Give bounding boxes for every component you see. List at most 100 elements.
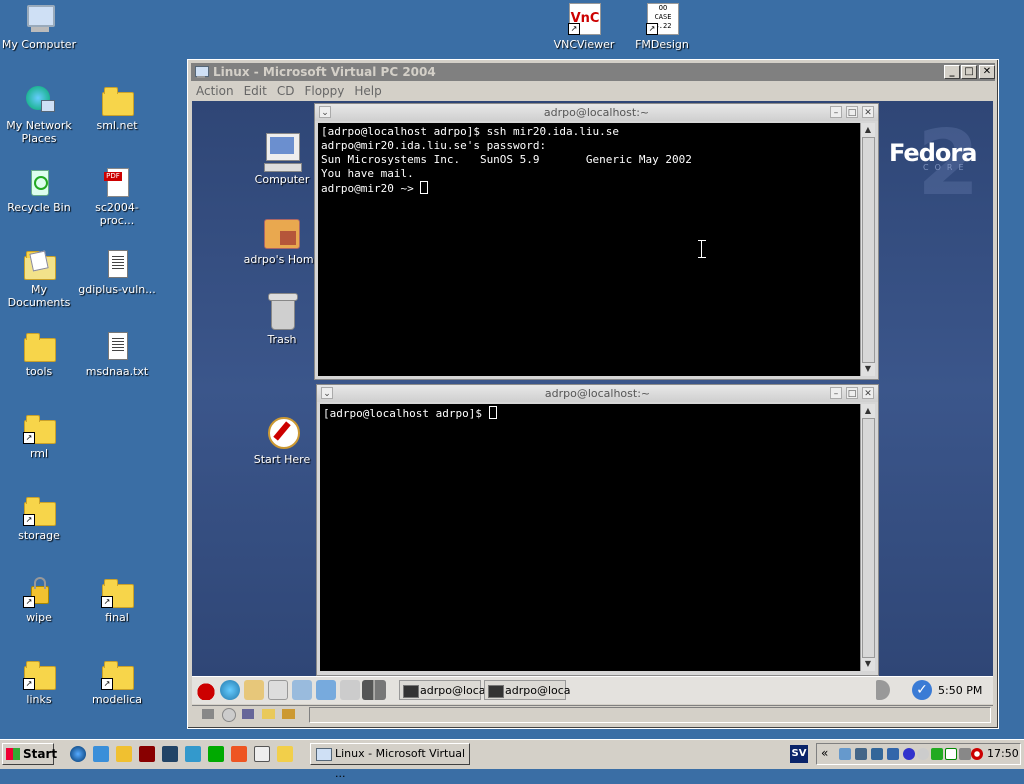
cd-drive-icon[interactable] xyxy=(222,708,236,722)
guest-clock[interactable]: 5:50 PM xyxy=(938,677,982,704)
terminal-window-1[interactable]: ⌄ adrpo@localhost:~ – □ ✕ [adrpo@localho… xyxy=(314,103,879,380)
terminal-window-2[interactable]: ⌄ adrpo@localhost:~ – □ ✕ [adrpo@localho… xyxy=(316,384,879,676)
desktop-icon-sc2004-pdf[interactable]: PDF sc2004-proc... xyxy=(78,166,156,227)
terminal-title-bar[interactable]: ⌄ adrpo@localhost:~ – □ ✕ xyxy=(317,385,878,402)
language-indicator[interactable]: SV xyxy=(790,745,808,763)
tray-network-icon[interactable] xyxy=(839,748,851,760)
maximize-icon[interactable]: □ xyxy=(846,106,858,118)
minimize-button[interactable]: _ xyxy=(944,65,960,79)
red-hat-menu-icon[interactable] xyxy=(196,680,216,700)
floppy-drive-icon[interactable] xyxy=(202,709,214,719)
disk-icon[interactable] xyxy=(242,709,254,719)
guest-icon-trash[interactable]: Trash xyxy=(242,291,322,346)
tray-expand-icon[interactable]: « xyxy=(821,746,828,760)
tray-app-icon[interactable] xyxy=(871,748,883,760)
terminal-scrollbar[interactable]: ▲ ▼ xyxy=(860,404,875,671)
tray-bluetooth-icon[interactable] xyxy=(903,748,915,760)
update-check-icon[interactable]: ✓ xyxy=(912,680,932,700)
status-field xyxy=(309,707,991,723)
tray-tool-icon[interactable] xyxy=(855,748,867,760)
window-menu-icon[interactable]: ⌄ xyxy=(321,387,333,399)
quicklaunch-icon[interactable] xyxy=(116,746,132,762)
close-icon[interactable]: ✕ xyxy=(862,387,874,399)
start-button[interactable]: Start xyxy=(2,743,57,765)
impress-icon[interactable] xyxy=(292,680,312,700)
terminal-scrollbar[interactable]: ▲ ▼ xyxy=(860,123,875,376)
menu-floppy[interactable]: Floppy xyxy=(299,82,349,100)
taskbar-task-virtual-pc[interactable]: Linux - Microsoft Virtual ... xyxy=(310,743,470,780)
maximize-button[interactable]: □ xyxy=(961,65,977,79)
window-menu-icon[interactable]: ⌄ xyxy=(319,106,331,118)
print-manager-icon[interactable] xyxy=(340,680,360,700)
tray-display-icon[interactable] xyxy=(887,748,899,760)
desktop-icon-fmdesign[interactable]: OO CASE 3.22 ↗ FMDesign xyxy=(623,3,701,51)
menu-edit[interactable]: Edit xyxy=(239,82,272,100)
internet-explorer-icon[interactable] xyxy=(70,746,86,762)
outlook-icon[interactable] xyxy=(93,746,109,762)
desktop-icon-rml[interactable]: ↗ rml xyxy=(0,412,78,460)
guest-task-terminal-2[interactable]: adrpo@loca xyxy=(484,680,571,700)
terminal-title-bar[interactable]: ⌄ adrpo@localhost:~ – □ ✕ xyxy=(315,104,878,121)
save-icon[interactable] xyxy=(139,746,155,762)
guest-icon-label: Computer xyxy=(254,173,310,186)
recycle-bin-icon xyxy=(23,166,55,198)
tray-disc-icon[interactable] xyxy=(917,748,929,760)
desktop-icon-modelica[interactable]: ↗ modelica xyxy=(78,658,156,706)
desktop-icon-final[interactable]: ↗ final xyxy=(78,576,156,624)
scroll-thumb[interactable] xyxy=(862,137,875,363)
tray-security-icon[interactable] xyxy=(959,748,971,760)
network-adapter-icon[interactable] xyxy=(282,709,295,719)
desktop-icon-vncviewer[interactable]: VnC ↗ VNCViewer xyxy=(545,3,623,51)
scroll-down-icon[interactable]: ▼ xyxy=(861,362,875,376)
desktop-icon-network-places[interactable]: My Network Places xyxy=(0,84,78,145)
volume-icon[interactable] xyxy=(876,680,890,700)
app-icon[interactable] xyxy=(185,746,201,762)
desktop-icon-gdiplus[interactable]: gdiplus-vuln... xyxy=(78,248,156,296)
calc-icon[interactable] xyxy=(316,680,336,700)
network-tool-icon[interactable] xyxy=(162,746,178,762)
minimize-icon[interactable]: – xyxy=(830,387,842,399)
desktop-icon-my-documents[interactable]: My Documents xyxy=(0,248,78,309)
desktop-icon-links[interactable]: ↗ links xyxy=(0,658,78,706)
desktop-icon-my-computer[interactable]: My Computer xyxy=(0,3,78,51)
guest-task-terminal-1[interactable]: adrpo@loca xyxy=(399,680,486,700)
desktop-icon-tools[interactable]: tools xyxy=(0,330,78,378)
desktop-icon-wipe[interactable]: ↗ wipe xyxy=(0,576,78,624)
emacs-icon[interactable] xyxy=(208,746,224,762)
tray-vnc-icon[interactable] xyxy=(945,748,957,760)
tray-antivirus-icon[interactable] xyxy=(971,748,983,760)
guest-icon-home[interactable]: adrpo's Home xyxy=(242,211,322,266)
tool-icon[interactable] xyxy=(231,746,247,762)
explorer-folder-icon[interactable] xyxy=(277,746,293,762)
scroll-down-icon[interactable]: ▼ xyxy=(861,657,875,671)
minimize-icon[interactable]: – xyxy=(830,106,842,118)
email-icon[interactable] xyxy=(244,680,264,700)
scroll-up-icon[interactable]: ▲ xyxy=(861,404,875,418)
window-title-bar[interactable]: Linux - Microsoft Virtual PC 2004 _ □ ✕ xyxy=(191,63,995,81)
guest-icon-start-here[interactable]: Start Here xyxy=(242,411,322,466)
web-browser-icon[interactable] xyxy=(220,680,240,700)
guest-icon-computer[interactable]: Computer xyxy=(242,131,322,186)
menu-action[interactable]: Action xyxy=(191,82,239,100)
desktop-icon-storage[interactable]: ↗ storage xyxy=(0,494,78,542)
terminal-screen[interactable]: [adrpo@localhost adrpo]$ xyxy=(320,404,860,671)
desktop-icon-sml-net[interactable]: sml.net xyxy=(78,84,156,132)
menu-help[interactable]: Help xyxy=(349,82,386,100)
workspace-switcher-icon[interactable] xyxy=(362,680,386,700)
shared-folder-icon[interactable] xyxy=(262,709,275,719)
taskbar-clock[interactable]: 17:50 xyxy=(987,744,1019,764)
desktop-icon-recycle-bin[interactable]: Recycle Bin xyxy=(0,166,78,214)
minimize-icon: _ xyxy=(949,66,955,77)
writer-icon[interactable] xyxy=(268,680,288,700)
desktop-icon-msdnaa[interactable]: msdnaa.txt xyxy=(78,330,156,378)
tray-monitor-icon[interactable] xyxy=(931,748,943,760)
scroll-up-icon[interactable]: ▲ xyxy=(861,123,875,137)
window-icon[interactable] xyxy=(254,746,270,762)
close-icon[interactable]: ✕ xyxy=(862,106,874,118)
scroll-thumb[interactable] xyxy=(862,418,875,658)
terminal-screen[interactable]: [adrpo@localhost adrpo]$ ssh mir20.ida.l… xyxy=(318,123,860,376)
home-folder-icon xyxy=(262,211,302,253)
maximize-icon[interactable]: □ xyxy=(846,387,858,399)
menu-cd[interactable]: CD xyxy=(272,82,300,100)
close-button[interactable]: ✕ xyxy=(979,65,995,79)
